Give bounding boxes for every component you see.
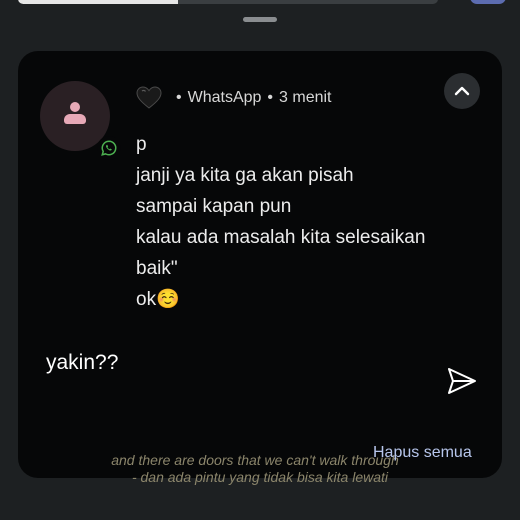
time-ago: 3 menit	[279, 89, 332, 106]
app-name: WhatsApp	[187, 89, 262, 106]
top-right-indicator	[470, 0, 506, 4]
collapse-button[interactable]	[444, 73, 480, 109]
notification-card[interactable]: • WhatsApp • 3 menit p janji ya kita ga …	[18, 51, 502, 478]
drag-handle[interactable]	[243, 17, 277, 22]
clear-all-button[interactable]: Hapus semua	[373, 444, 472, 462]
top-progress-bar	[18, 0, 438, 4]
caption-line-2: - dan ada pintu yang tidak bisa kita lew…	[131, 469, 389, 485]
message-line: p	[136, 134, 147, 155]
message-line: janji ya kita ga akan pisah	[136, 165, 354, 186]
separator-dot: •	[176, 89, 182, 106]
send-button[interactable]	[446, 366, 478, 396]
send-icon	[448, 368, 476, 394]
message-line: kalau ada masalah kita selesaikan	[136, 227, 426, 248]
screen: • WhatsApp • 3 menit p janji ya kita ga …	[0, 0, 520, 520]
separator-dot: •	[267, 89, 274, 106]
message-line: sampai kapan pun	[136, 196, 292, 217]
message-list: p janji ya kita ga akan pisah sampai kap…	[136, 129, 425, 315]
message-line: ok☺️	[136, 289, 180, 310]
chevron-up-icon	[454, 86, 470, 96]
person-icon	[64, 102, 86, 130]
reply-input[interactable]: yakin??	[46, 351, 118, 375]
notification-header: • WhatsApp • 3 menit	[136, 85, 332, 111]
black-heart-icon	[136, 86, 162, 110]
whatsapp-icon	[97, 136, 121, 160]
message-line: baik"	[136, 258, 178, 279]
top-progress-fill	[18, 0, 178, 4]
